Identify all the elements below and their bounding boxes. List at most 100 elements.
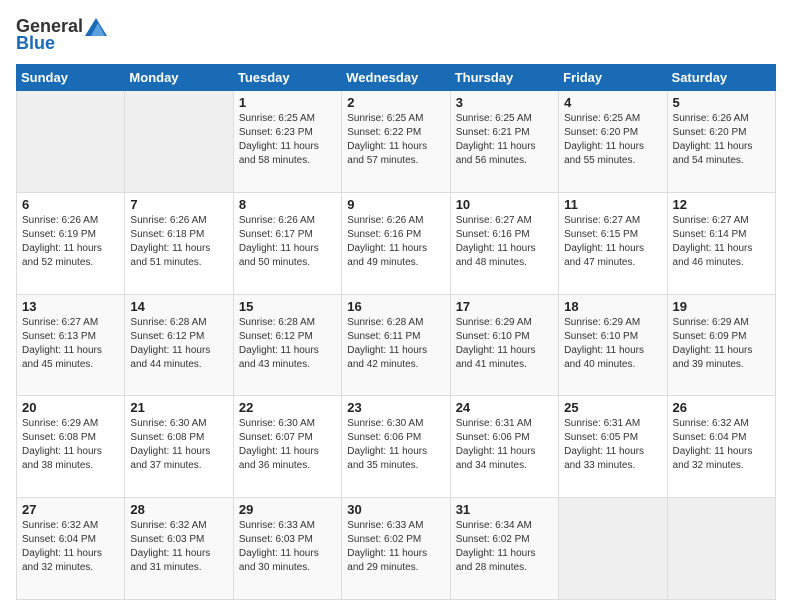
day-info: Sunrise: 6:25 AMSunset: 6:20 PMDaylight:… bbox=[564, 112, 661, 168]
weekday-header-thursday: Thursday bbox=[450, 65, 558, 91]
day-cell: 31 Sunrise: 6:34 AMSunset: 6:02 PMDayligh… bbox=[450, 498, 558, 600]
day-cell: 12 Sunrise: 6:27 AMSunset: 6:14 PMDayligh… bbox=[667, 192, 775, 294]
day-cell: 29 Sunrise: 6:33 AMSunset: 6:03 PMDayligh… bbox=[233, 498, 341, 600]
day-info: Sunrise: 6:32 AMSunset: 6:04 PMDaylight:… bbox=[673, 417, 770, 473]
day-cell: 27 Sunrise: 6:32 AMSunset: 6:04 PMDayligh… bbox=[17, 498, 125, 600]
day-number: 9 bbox=[347, 197, 444, 212]
day-info: Sunrise: 6:26 AMSunset: 6:18 PMDaylight:… bbox=[130, 214, 227, 270]
day-number: 1 bbox=[239, 95, 336, 110]
day-number: 2 bbox=[347, 95, 444, 110]
day-info: Sunrise: 6:31 AMSunset: 6:06 PMDaylight:… bbox=[456, 417, 553, 473]
day-number: 21 bbox=[130, 400, 227, 415]
day-number: 25 bbox=[564, 400, 661, 415]
day-number: 11 bbox=[564, 197, 661, 212]
day-number: 29 bbox=[239, 502, 336, 517]
weekday-header-friday: Friday bbox=[559, 65, 667, 91]
day-number: 13 bbox=[22, 299, 119, 314]
calendar-table: SundayMondayTuesdayWednesdayThursdayFrid… bbox=[16, 64, 776, 600]
day-number: 10 bbox=[456, 197, 553, 212]
week-row-2: 6Sunrise: 6:26 AMSunset: 6:19 PMDaylight… bbox=[17, 192, 776, 294]
day-info: Sunrise: 6:28 AMSunset: 6:12 PMDaylight:… bbox=[239, 316, 336, 372]
day-number: 16 bbox=[347, 299, 444, 314]
day-number: 8 bbox=[239, 197, 336, 212]
week-row-1: 1Sunrise: 6:25 AMSunset: 6:23 PMDaylight… bbox=[17, 91, 776, 193]
weekday-header-wednesday: Wednesday bbox=[342, 65, 450, 91]
logo-icon bbox=[85, 18, 107, 36]
day-cell: 19Sunrise: 6:29 AMSunset: 6:09 PMDayligh… bbox=[667, 294, 775, 396]
day-cell: 7 Sunrise: 6:26 AMSunset: 6:18 PMDaylight… bbox=[125, 192, 233, 294]
weekday-header-sunday: Sunday bbox=[17, 65, 125, 91]
weekday-header-monday: Monday bbox=[125, 65, 233, 91]
day-number: 26 bbox=[673, 400, 770, 415]
day-cell bbox=[125, 91, 233, 193]
day-info: Sunrise: 6:30 AMSunset: 6:06 PMDaylight:… bbox=[347, 417, 444, 473]
day-number: 14 bbox=[130, 299, 227, 314]
day-cell: 20Sunrise: 6:29 AMSunset: 6:08 PMDayligh… bbox=[17, 396, 125, 498]
day-info: Sunrise: 6:27 AMSunset: 6:15 PMDaylight:… bbox=[564, 214, 661, 270]
day-number: 7 bbox=[130, 197, 227, 212]
day-info: Sunrise: 6:34 AMSunset: 6:02 PMDaylight:… bbox=[456, 519, 553, 575]
logo: General Blue bbox=[16, 16, 107, 54]
day-cell: 1Sunrise: 6:25 AMSunset: 6:23 PMDaylight… bbox=[233, 91, 341, 193]
day-number: 27 bbox=[22, 502, 119, 517]
day-number: 31 bbox=[456, 502, 553, 517]
day-info: Sunrise: 6:33 AMSunset: 6:03 PMDaylight:… bbox=[239, 519, 336, 575]
day-info: Sunrise: 6:30 AMSunset: 6:07 PMDaylight:… bbox=[239, 417, 336, 473]
logo-blue: Blue bbox=[16, 33, 55, 54]
day-number: 22 bbox=[239, 400, 336, 415]
day-info: Sunrise: 6:26 AMSunset: 6:19 PMDaylight:… bbox=[22, 214, 119, 270]
day-number: 3 bbox=[456, 95, 553, 110]
header: General Blue bbox=[16, 16, 776, 54]
day-cell: 23 Sunrise: 6:30 AMSunset: 6:06 PMDayligh… bbox=[342, 396, 450, 498]
weekday-header-tuesday: Tuesday bbox=[233, 65, 341, 91]
weekday-header-row: SundayMondayTuesdayWednesdayThursdayFrid… bbox=[17, 65, 776, 91]
day-info: Sunrise: 6:27 AMSunset: 6:14 PMDaylight:… bbox=[673, 214, 770, 270]
day-cell: 9 Sunrise: 6:26 AMSunset: 6:16 PMDaylight… bbox=[342, 192, 450, 294]
day-info: Sunrise: 6:29 AMSunset: 6:10 PMDaylight:… bbox=[564, 316, 661, 372]
day-cell: 16 Sunrise: 6:28 AMSunset: 6:11 PMDayligh… bbox=[342, 294, 450, 396]
day-cell: 5 Sunrise: 6:26 AMSunset: 6:20 PMDaylight… bbox=[667, 91, 775, 193]
day-cell: 30Sunrise: 6:33 AMSunset: 6:02 PMDayligh… bbox=[342, 498, 450, 600]
week-row-4: 20Sunrise: 6:29 AMSunset: 6:08 PMDayligh… bbox=[17, 396, 776, 498]
calendar-container: General Blue SundayMondayTuesdayWednesda… bbox=[0, 0, 792, 612]
day-info: Sunrise: 6:28 AMSunset: 6:11 PMDaylight:… bbox=[347, 316, 444, 372]
day-cell: 21 Sunrise: 6:30 AMSunset: 6:08 PMDayligh… bbox=[125, 396, 233, 498]
day-info: Sunrise: 6:30 AMSunset: 6:08 PMDaylight:… bbox=[130, 417, 227, 473]
day-number: 4 bbox=[564, 95, 661, 110]
day-number: 20 bbox=[22, 400, 119, 415]
week-row-3: 13Sunrise: 6:27 AMSunset: 6:13 PMDayligh… bbox=[17, 294, 776, 396]
day-info: Sunrise: 6:28 AMSunset: 6:12 PMDaylight:… bbox=[130, 316, 227, 372]
day-cell: 25 Sunrise: 6:31 AMSunset: 6:05 PMDayligh… bbox=[559, 396, 667, 498]
day-number: 5 bbox=[673, 95, 770, 110]
day-info: Sunrise: 6:29 AMSunset: 6:10 PMDaylight:… bbox=[456, 316, 553, 372]
day-info: Sunrise: 6:32 AMSunset: 6:03 PMDaylight:… bbox=[130, 519, 227, 575]
day-info: Sunrise: 6:31 AMSunset: 6:05 PMDaylight:… bbox=[564, 417, 661, 473]
day-cell: 10 Sunrise: 6:27 AMSunset: 6:16 PMDayligh… bbox=[450, 192, 558, 294]
day-cell: 8Sunrise: 6:26 AMSunset: 6:17 PMDaylight… bbox=[233, 192, 341, 294]
day-cell: 18 Sunrise: 6:29 AMSunset: 6:10 PMDayligh… bbox=[559, 294, 667, 396]
day-number: 12 bbox=[673, 197, 770, 212]
day-cell: 22 Sunrise: 6:30 AMSunset: 6:07 PMDayligh… bbox=[233, 396, 341, 498]
day-number: 15 bbox=[239, 299, 336, 314]
day-info: Sunrise: 6:26 AMSunset: 6:20 PMDaylight:… bbox=[673, 112, 770, 168]
day-cell: 17Sunrise: 6:29 AMSunset: 6:10 PMDayligh… bbox=[450, 294, 558, 396]
day-cell: 2Sunrise: 6:25 AMSunset: 6:22 PMDaylight… bbox=[342, 91, 450, 193]
day-cell: 15 Sunrise: 6:28 AMSunset: 6:12 PMDayligh… bbox=[233, 294, 341, 396]
day-cell: 13Sunrise: 6:27 AMSunset: 6:13 PMDayligh… bbox=[17, 294, 125, 396]
day-info: Sunrise: 6:32 AMSunset: 6:04 PMDaylight:… bbox=[22, 519, 119, 575]
day-number: 23 bbox=[347, 400, 444, 415]
day-cell: 3 Sunrise: 6:25 AMSunset: 6:21 PMDaylight… bbox=[450, 91, 558, 193]
day-info: Sunrise: 6:26 AMSunset: 6:16 PMDaylight:… bbox=[347, 214, 444, 270]
day-cell bbox=[667, 498, 775, 600]
weekday-header-saturday: Saturday bbox=[667, 65, 775, 91]
day-cell bbox=[17, 91, 125, 193]
week-row-5: 27 Sunrise: 6:32 AMSunset: 6:04 PMDayligh… bbox=[17, 498, 776, 600]
day-number: 28 bbox=[130, 502, 227, 517]
day-cell: 4 Sunrise: 6:25 AMSunset: 6:20 PMDaylight… bbox=[559, 91, 667, 193]
day-info: Sunrise: 6:27 AMSunset: 6:16 PMDaylight:… bbox=[456, 214, 553, 270]
day-info: Sunrise: 6:29 AMSunset: 6:09 PMDaylight:… bbox=[673, 316, 770, 372]
day-info: Sunrise: 6:25 AMSunset: 6:21 PMDaylight:… bbox=[456, 112, 553, 168]
day-cell: 6Sunrise: 6:26 AMSunset: 6:19 PMDaylight… bbox=[17, 192, 125, 294]
day-number: 18 bbox=[564, 299, 661, 314]
day-cell: 11 Sunrise: 6:27 AMSunset: 6:15 PMDayligh… bbox=[559, 192, 667, 294]
